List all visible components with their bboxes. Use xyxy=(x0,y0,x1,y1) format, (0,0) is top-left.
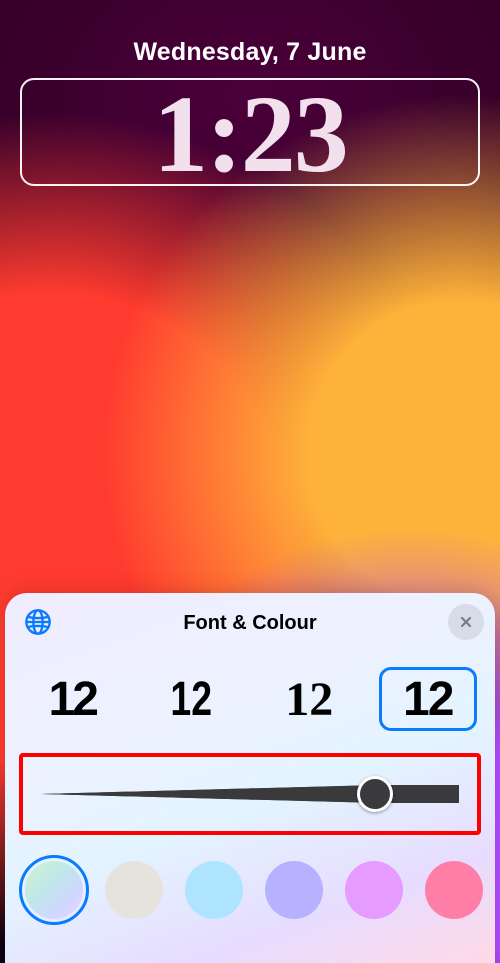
clock-time: 1:23 xyxy=(153,79,347,189)
color-swatch-6[interactable] xyxy=(425,861,483,919)
color-swatch-5[interactable] xyxy=(345,861,403,919)
swatch-fill xyxy=(425,861,483,919)
font-option-1[interactable]: 12 xyxy=(23,667,122,731)
swatch-fill xyxy=(185,861,243,919)
font-option-2[interactable]: 12 xyxy=(152,667,229,731)
close-icon xyxy=(458,614,474,630)
font-weight-slider[interactable] xyxy=(41,774,459,814)
font-option-3[interactable]: 12 xyxy=(260,667,359,731)
color-swatch-4[interactable] xyxy=(265,861,323,919)
sheet-title: Font & Colour xyxy=(183,612,316,635)
swatch-fill xyxy=(265,861,323,919)
lock-screen-editor: Wednesday, 7 June 1:23 Font & Colour xyxy=(0,0,500,963)
clock-widget[interactable]: 1:23 xyxy=(20,78,480,186)
swatch-fill xyxy=(105,861,163,919)
font-option-4[interactable]: 12 xyxy=(379,667,478,731)
slider-thumb[interactable] xyxy=(357,776,393,812)
font-weight-slider-highlight xyxy=(19,753,481,835)
color-swatch-3[interactable] xyxy=(185,861,243,919)
date-label: Wednesday, 7 June xyxy=(0,38,500,67)
font-colour-sheet: Font & Colour 12 12 12 12 xyxy=(5,593,495,963)
color-swatch-2[interactable] xyxy=(105,861,163,919)
swatch-fill xyxy=(345,861,403,919)
font-style-row: 12 12 12 12 xyxy=(19,667,481,731)
swatch-fill xyxy=(25,861,83,919)
close-button[interactable] xyxy=(448,604,484,640)
color-swatch-1[interactable] xyxy=(25,861,83,919)
slider-track xyxy=(41,784,459,804)
sheet-header: Font & Colour xyxy=(19,607,481,639)
globe-icon xyxy=(24,608,52,636)
globe-button[interactable] xyxy=(21,605,55,639)
color-swatch-row xyxy=(19,861,481,919)
